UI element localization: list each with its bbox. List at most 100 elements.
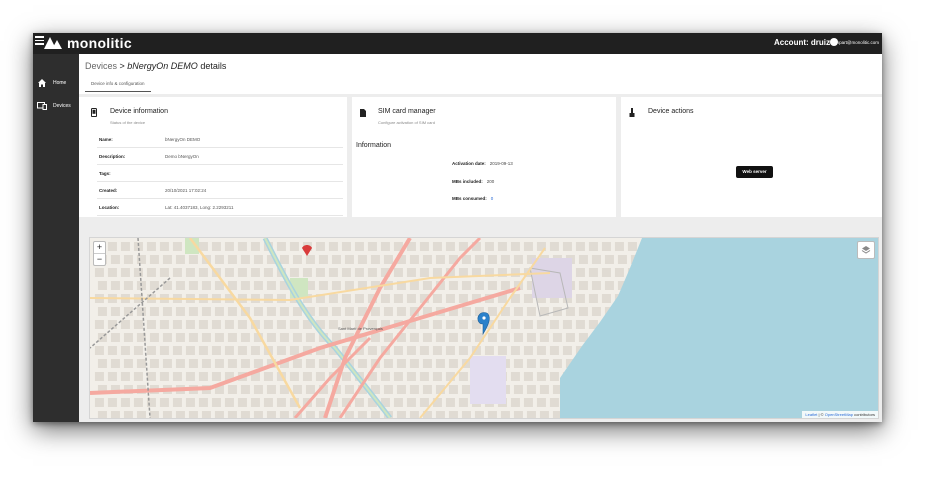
layers-button[interactable] — [857, 241, 875, 259]
city-block — [510, 372, 520, 381]
city-block — [380, 372, 390, 381]
city-block — [279, 411, 289, 418]
city-block — [617, 255, 627, 264]
city-block — [565, 333, 575, 342]
city-block — [159, 398, 169, 407]
city-block — [214, 255, 224, 264]
city-block — [513, 385, 523, 394]
city-block — [253, 255, 263, 264]
city-block — [500, 411, 510, 418]
city-block — [159, 346, 169, 355]
city-block — [396, 307, 406, 316]
home-icon — [37, 79, 47, 87]
city-block — [500, 255, 510, 264]
city-block — [237, 242, 247, 251]
city-block — [250, 268, 260, 277]
info-key: Description: — [99, 154, 126, 159]
city-block — [549, 320, 559, 329]
openstreetmap-link[interactable]: OpenStreetMap — [825, 412, 853, 417]
city-block — [396, 359, 406, 368]
city-block — [94, 320, 104, 329]
city-block — [448, 411, 458, 418]
city-block — [237, 268, 247, 277]
city-block — [461, 281, 471, 290]
sidebar-item-devices[interactable]: Devices — [37, 100, 71, 112]
city-block — [107, 398, 117, 407]
city-block — [487, 411, 497, 418]
breadcrumb-suffix: details — [197, 61, 227, 71]
web-server-button[interactable]: Web server — [736, 166, 773, 178]
info-value: 20/10/2021 17:02:24 — [165, 188, 207, 193]
city-block — [419, 268, 429, 277]
city-block — [175, 359, 185, 368]
city-block — [172, 398, 182, 407]
city-block — [458, 346, 468, 355]
city-block — [224, 320, 234, 329]
leaflet-link[interactable]: Leaflet — [805, 412, 817, 417]
city-block — [422, 281, 432, 290]
city-block — [588, 268, 598, 277]
info-value: bNergyOn DEMO — [165, 137, 201, 142]
city-block — [214, 359, 224, 368]
city-block — [588, 242, 598, 251]
city-block — [214, 411, 224, 418]
city-block — [318, 281, 328, 290]
city-block — [289, 346, 299, 355]
info-row-created: Created: 20/10/2021 17:02:24 — [97, 182, 343, 199]
breadcrumb-devices-link[interactable]: Devices — [85, 61, 117, 71]
city-block — [409, 333, 419, 342]
city-block — [526, 411, 536, 418]
map-tiles[interactable]: Sant Martí de Provençals — [90, 238, 878, 418]
info-row-location: Location: Lat: 41.4037183, Long: 2.229321… — [97, 199, 343, 216]
main-content: Devices > bNergyOn DEMO details Device i… — [79, 54, 882, 422]
city-block — [266, 411, 276, 418]
zoom-in-button[interactable]: + — [94, 242, 105, 253]
city-block — [120, 268, 130, 277]
city-block — [136, 255, 146, 264]
city-block — [461, 333, 471, 342]
city-block — [276, 398, 286, 407]
info-value: Lat: 41.4037183, Long: 2.2293211 — [165, 205, 234, 210]
city-block — [331, 281, 341, 290]
city-block — [432, 320, 442, 329]
city-block — [201, 359, 211, 368]
sidebar-item-home[interactable]: Home — [37, 77, 66, 89]
sim-card-icon — [360, 109, 366, 117]
city-block — [185, 320, 195, 329]
city-block — [604, 281, 614, 290]
zoom-out-button[interactable]: − — [94, 253, 105, 265]
city-block — [227, 307, 237, 316]
location-map[interactable]: Sant Martí de Provençals + − Leaflet | ©… — [89, 237, 879, 419]
city-block — [237, 346, 247, 355]
city-block — [292, 333, 302, 342]
devices-icon — [37, 102, 47, 110]
city-block — [185, 398, 195, 407]
city-block — [292, 385, 302, 394]
city-block — [279, 307, 289, 316]
city-block — [510, 398, 520, 407]
city-block — [159, 242, 169, 251]
city-block — [318, 307, 328, 316]
city-block — [315, 372, 325, 381]
account-label: Account: druiz — [774, 38, 830, 47]
tab-device-info[interactable]: Device info & configuration — [85, 77, 151, 92]
info-row-tags: Tags: — [97, 165, 343, 182]
field-value[interactable]: 0 — [491, 196, 494, 201]
city-block — [409, 255, 419, 264]
city-block — [422, 359, 432, 368]
city-block — [357, 359, 367, 368]
menu-icon[interactable] — [35, 36, 44, 47]
sidebar: Home Devices — [33, 54, 79, 422]
city-block — [578, 255, 588, 264]
city-block — [149, 255, 159, 264]
city-block — [136, 359, 146, 368]
city-block — [357, 411, 367, 418]
user-email[interactable]: jmonpart@monolitic.com — [829, 40, 879, 45]
city-block — [448, 333, 458, 342]
city-block — [562, 346, 572, 355]
app-window: monolitic Account: druiz jmonpart@monoli… — [33, 33, 882, 422]
city-block — [474, 255, 484, 264]
attribution-suffix: contributors — [852, 412, 875, 417]
city-block — [614, 242, 624, 251]
city-block — [422, 333, 432, 342]
